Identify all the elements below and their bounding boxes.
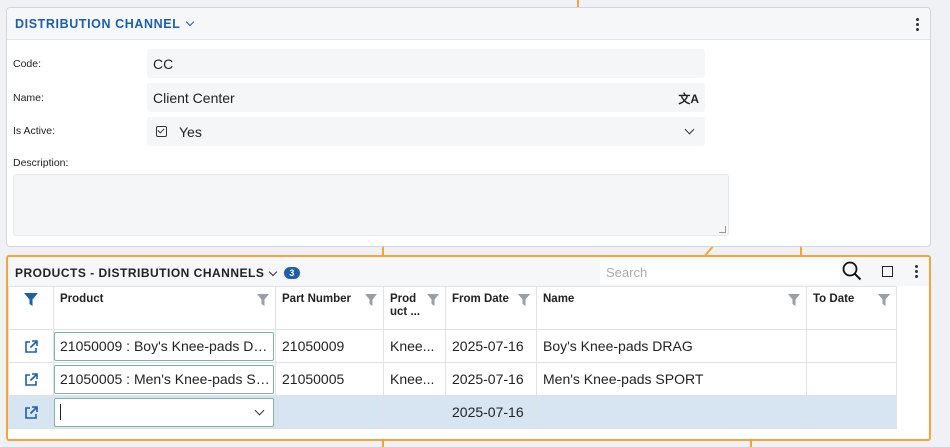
table-row[interactable]: 21050009 : Boy's Knee-pads DRAG 21050009… — [8, 329, 897, 363]
column-header-product[interactable]: Product — [53, 286, 276, 330]
product-type-cell: Knee... — [383, 329, 446, 363]
name-cell — [536, 395, 807, 429]
to-date-cell — [806, 329, 897, 363]
panel-title[interactable]: DISTRIBUTION CHANNEL — [15, 17, 180, 31]
part-number-cell — [275, 395, 384, 429]
column-header-product-type[interactable]: Prod uct ... — [383, 286, 446, 330]
filter-icon[interactable] — [24, 293, 38, 306]
open-cell[interactable] — [8, 329, 54, 363]
product-type-cell: Knee... — [383, 362, 446, 396]
text-caret — [60, 404, 61, 420]
square-icon[interactable] — [882, 266, 893, 277]
grid-title-text: PRODUCTS - DISTRIBUTION CHANNELS — [15, 266, 265, 280]
resize-grip-icon[interactable] — [719, 226, 726, 233]
description-label: Description: — [13, 157, 69, 169]
grid-header: PRODUCTS - DISTRIBUTION CHANNELS 3 — [8, 257, 929, 286]
panel-header: DISTRIBUTION CHANNEL — [7, 8, 930, 40]
open-cell[interactable] — [8, 362, 54, 396]
is-active-value: Yes — [179, 123, 202, 140]
funnel-icon[interactable] — [518, 294, 530, 306]
product-input[interactable]: 21050009 : Boy's Knee-pads DRAG — [54, 331, 274, 361]
product-cell[interactable]: 21050009 : Boy's Knee-pads DRAG — [53, 329, 276, 363]
column-header-from-date[interactable]: From Date — [445, 286, 537, 330]
funnel-icon[interactable] — [788, 294, 800, 306]
is-active-label: Is Active: — [13, 125, 56, 137]
name-cell: Men's Knee-pads SPORT — [536, 362, 807, 396]
product-type-cell — [383, 395, 446, 429]
search-input[interactable] — [600, 260, 840, 284]
name-value: Client Center — [153, 89, 235, 106]
part-number-cell: 21050005 — [275, 362, 384, 396]
search-icon[interactable] — [842, 261, 862, 281]
distribution-channel-panel: DISTRIBUTION CHANNEL Code: CC Name: Clie… — [6, 7, 931, 247]
chevron-down-icon[interactable] — [269, 267, 278, 276]
product-cell[interactable] — [53, 395, 276, 429]
products-table: Product Part Number Prod uct ... From Da… — [8, 286, 897, 429]
code-field[interactable]: CC — [147, 49, 705, 78]
open-link-icon[interactable] — [23, 339, 39, 355]
open-cell[interactable] — [8, 395, 54, 429]
kebab-menu-icon[interactable] — [908, 261, 924, 281]
code-value: CC — [153, 55, 174, 72]
products-grid-panel: PRODUCTS - DISTRIBUTION CHANNELS 3 Produ… — [6, 255, 931, 441]
table-row[interactable]: 21050005 : Men's Knee-pads SPORT 2105000… — [8, 362, 897, 396]
translate-icon[interactable]: 文A — [678, 90, 699, 107]
funnel-icon[interactable] — [878, 294, 890, 306]
new-row[interactable]: 2025-07-16 — [8, 395, 897, 429]
column-header-part-number[interactable]: Part Number — [275, 286, 384, 330]
chevron-down-icon — [684, 124, 695, 135]
from-date-cell: 2025-07-16 — [445, 395, 537, 429]
open-link-icon[interactable] — [23, 372, 39, 388]
open-link-icon[interactable] — [23, 405, 39, 421]
is-active-select[interactable]: Yes — [147, 117, 705, 146]
funnel-icon[interactable] — [427, 294, 439, 306]
code-label: Code: — [13, 58, 42, 70]
filter-column-header[interactable] — [8, 286, 54, 330]
name-field[interactable]: Client Center 文A — [147, 83, 705, 112]
column-header-to-date[interactable]: To Date — [806, 286, 897, 330]
description-textarea[interactable] — [13, 174, 729, 236]
from-date-cell: 2025-07-16 — [445, 329, 537, 363]
from-date-cell: 2025-07-16 — [445, 362, 537, 396]
product-select[interactable] — [54, 397, 274, 427]
column-header-name[interactable]: Name — [536, 286, 807, 330]
funnel-icon[interactable] — [365, 294, 377, 306]
checkbox-icon — [156, 126, 167, 137]
to-date-cell — [806, 395, 897, 429]
to-date-cell — [806, 362, 897, 396]
chevron-down-icon[interactable] — [186, 17, 195, 26]
name-label: Name: — [13, 92, 44, 104]
chevron-down-icon[interactable] — [254, 405, 265, 415]
connector-line — [382, 441, 384, 447]
funnel-icon[interactable] — [257, 294, 269, 306]
name-cell: Boy's Knee-pads DRAG — [536, 329, 807, 363]
count-badge: 3 — [284, 267, 300, 279]
part-number-cell: 21050009 — [275, 329, 384, 363]
grid-title[interactable]: PRODUCTS - DISTRIBUTION CHANNELS 3 — [15, 266, 300, 280]
connector-line — [750, 441, 752, 447]
product-input[interactable]: 21050005 : Men's Knee-pads SPORT — [54, 364, 274, 394]
kebab-menu-icon[interactable] — [909, 14, 925, 34]
table-header-row: Product Part Number Prod uct ... From Da… — [8, 286, 897, 330]
product-cell[interactable]: 21050005 : Men's Knee-pads SPORT — [53, 362, 276, 396]
